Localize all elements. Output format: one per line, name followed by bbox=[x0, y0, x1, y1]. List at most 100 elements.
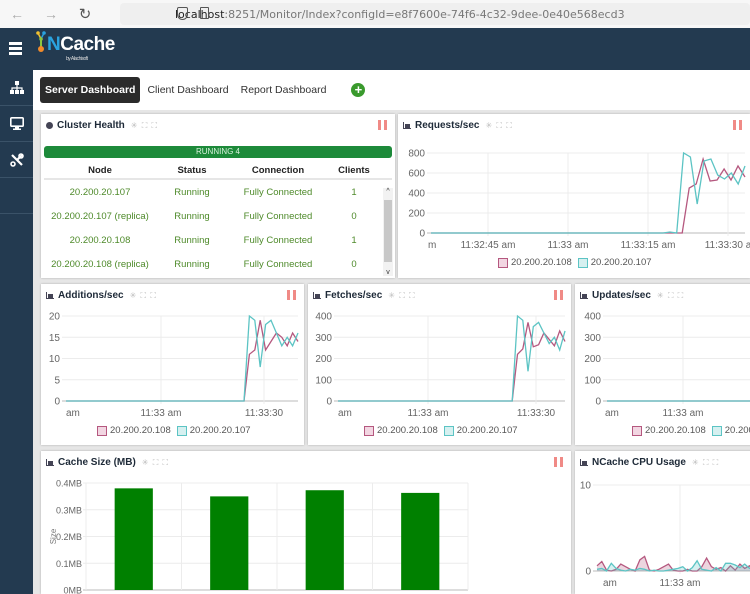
back-button[interactable]: ← bbox=[6, 6, 28, 22]
tab-client-dashboard[interactable]: Client Dashboard bbox=[142, 78, 233, 102]
running-status-bar: RUNNING 4 bbox=[44, 146, 392, 158]
additions-panel: Additions/sec ✳ ⛶ ⛶ 0 5 10 15 20 am 11:33 am 11:… bbox=[41, 284, 304, 445]
cache-size-chart: 0MB 0.1MB 0.2MB 0.3MB 0.4MB Size bbox=[49, 479, 469, 594]
x-tick-label: 11:33:30 bbox=[245, 408, 284, 419]
node-cell: 20.200.20.107 (replica) bbox=[51, 210, 149, 222]
legend-item[interactable]: 20.200.20.107 bbox=[176, 425, 251, 436]
y-tick-label: 100 bbox=[584, 375, 601, 386]
y-tick-label: 300 bbox=[584, 333, 601, 344]
x-tick-label: am bbox=[603, 578, 617, 589]
scrollbar-thumb[interactable] bbox=[384, 200, 392, 262]
tab-server-dashboard[interactable]: Server Dashboard bbox=[40, 77, 141, 103]
sidebar-item-tools[interactable] bbox=[0, 142, 33, 178]
legend-label: 20.200.20.107 bbox=[189, 425, 251, 436]
logo-tree-icon bbox=[36, 31, 46, 52]
legend-item[interactable]: 20.200. bbox=[711, 425, 750, 436]
tools-icon bbox=[9, 152, 24, 167]
legend-swatch bbox=[443, 425, 454, 436]
scroll-down-icon[interactable]: v bbox=[383, 269, 393, 276]
table-row[interactable]: 20.200.20.108 Running Fully Connected 1 bbox=[44, 228, 392, 252]
chart-legend: 20.200.20.108 20.200.20.107 bbox=[364, 425, 524, 436]
add-dashboard-button[interactable]: + bbox=[351, 83, 366, 97]
x-tick-label: 11:33 am bbox=[141, 408, 182, 419]
x-tick-label: 11:33:30 a bbox=[705, 240, 750, 251]
connection-cell: Fully Connected bbox=[243, 258, 313, 270]
legend-label: 20.200.20.108 bbox=[377, 425, 438, 436]
legend-item[interactable]: 20.200.20.108 bbox=[97, 425, 171, 436]
y-tick-label: 0 bbox=[419, 229, 425, 240]
legend-item[interactable]: 20.200.20.107 bbox=[443, 425, 518, 436]
column-header: Node bbox=[88, 164, 112, 176]
node-cell: 20.200.20.107 bbox=[69, 186, 131, 198]
legend-swatch bbox=[176, 425, 187, 436]
address-bar[interactable]: localhost:8251/Monitor/Index?configId=e8… bbox=[120, 3, 750, 25]
pause-icon[interactable] bbox=[378, 120, 387, 130]
table-header: Node Status Connection Clients bbox=[44, 162, 392, 180]
updates-chart: 0 100 200 300 400 am 11:33 am bbox=[584, 312, 750, 419]
requests-chart: 0 200 400 600 800 m 11:32:45 am 11:33 am 11:33:1… bbox=[408, 149, 750, 252]
y-tick-label: 0 bbox=[326, 397, 332, 408]
table-row[interactable]: 20.200.20.107 (replica) Running Fully Co… bbox=[44, 204, 392, 228]
legend-label: 20.200.20.108 bbox=[645, 425, 706, 436]
x-tick-label: am bbox=[338, 408, 352, 419]
table-row[interactable]: 20.200.20.108 (replica) Running Fully Co… bbox=[44, 252, 392, 276]
browser-toolbar: ← → ↻ localhost:8251/Monitor/Index?confi… bbox=[0, 0, 750, 28]
y-tick-label: 0.4MB bbox=[56, 479, 82, 489]
chart-legend: 20.200.20.108 20.200.20.107 bbox=[498, 257, 658, 268]
sitemap-icon bbox=[9, 81, 24, 94]
column-header: Status bbox=[177, 164, 207, 176]
chart-legend: 20.200.20.108 20.200.20.107 bbox=[97, 425, 257, 436]
dashboard-tabs: Server Dashboard Client Dashboard Report… bbox=[33, 70, 750, 110]
y-tick-label: 10 bbox=[49, 354, 61, 365]
node-cell: 20.200.20.108 (replica) bbox=[51, 258, 149, 270]
legend-item[interactable]: 20.200.20.108 bbox=[632, 425, 706, 436]
ncache-logo[interactable]: NCache by Alachisoft bbox=[36, 31, 115, 62]
status-cell: Running bbox=[174, 210, 210, 222]
reload-button[interactable]: ↻ bbox=[74, 5, 96, 23]
legend-item[interactable]: 20.200.20.107 bbox=[577, 257, 652, 268]
legend-item[interactable]: 20.200.20.108 bbox=[498, 257, 572, 268]
table-row[interactable]: 20.200.20.107 Running Fully Connected 1 bbox=[44, 180, 392, 204]
requests-panel: Requests/sec ✳ ⛶ ⛶ 0 200 400 600 800 m 11:32:45… bbox=[398, 114, 750, 278]
legend-swatch bbox=[711, 425, 722, 436]
y-tick-label: 100 bbox=[315, 375, 332, 386]
tab-report-dashboard[interactable]: Report Dashboard bbox=[236, 78, 332, 102]
x-tick-label: am bbox=[66, 408, 80, 419]
scroll-up-icon[interactable]: ^ bbox=[383, 188, 393, 195]
forward-button[interactable]: → bbox=[40, 6, 62, 22]
fetches-chart: 0 100 200 300 400 am 11:33 am 11:33:30 bbox=[315, 312, 566, 419]
monitor-icon bbox=[9, 117, 24, 130]
hamburger-menu-icon[interactable] bbox=[9, 42, 22, 55]
legend-label: 20.200.20.108 bbox=[511, 257, 572, 268]
panel-tools-icons[interactable]: ✳ ⛶ ⛶ bbox=[131, 121, 158, 131]
chart-legend: 20.200.20.108 20.200. bbox=[632, 425, 750, 436]
x-tick-label: m bbox=[428, 240, 436, 251]
y-tick-label: 200 bbox=[584, 354, 601, 365]
cpu-usage-chart: 0 10 am 11:33 am bbox=[580, 481, 750, 589]
cluster-nodes-table: Node Status Connection Clients 20.200.20… bbox=[44, 162, 392, 276]
shield-icon[interactable] bbox=[177, 7, 188, 20]
connection-cell: Fully Connected bbox=[243, 210, 313, 222]
x-tick-label: 11:33:15 am bbox=[621, 240, 676, 251]
panel-title: Cluster Health bbox=[57, 120, 125, 131]
column-header: Connection bbox=[251, 164, 305, 176]
bar bbox=[401, 492, 440, 590]
page-info-icon[interactable] bbox=[200, 7, 209, 19]
sidebar-item-topology[interactable] bbox=[0, 70, 33, 106]
legend-label: 20.200.20.108 bbox=[110, 425, 171, 436]
sidebar-item-monitor[interactable] bbox=[0, 106, 33, 142]
bar bbox=[114, 488, 153, 590]
x-tick-label: 11:33 am bbox=[663, 408, 704, 419]
app-header: NCache by Alachisoft bbox=[0, 28, 750, 70]
column-header: Clients bbox=[338, 164, 370, 176]
status-cell: Running bbox=[174, 234, 210, 246]
table-scrollbar[interactable]: ^ v bbox=[383, 188, 393, 276]
legend-swatch bbox=[97, 425, 107, 436]
y-tick-label: 400 bbox=[315, 312, 332, 323]
legend-swatch bbox=[577, 257, 588, 268]
y-tick-label: 10 bbox=[580, 481, 592, 492]
logo-n: N bbox=[47, 34, 61, 55]
legend-swatch bbox=[364, 425, 374, 436]
legend-item[interactable]: 20.200.20.108 bbox=[364, 425, 438, 436]
updates-panel: Updates/sec ✳ ⛶ ⛶ 0 100 200 300 400 am 11:33 am… bbox=[575, 284, 750, 445]
